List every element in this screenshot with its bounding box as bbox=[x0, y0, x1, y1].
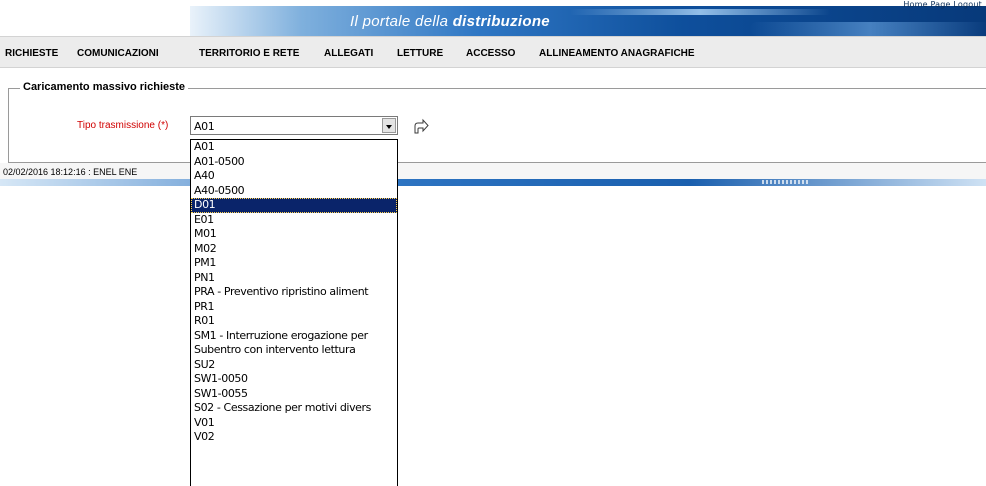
dropdown-option[interactable]: PRA - Preventivo ripristino aliment bbox=[191, 285, 397, 300]
dropdown-option[interactable]: SW1-0050 bbox=[191, 372, 397, 387]
menu-item-letture[interactable]: LETTURE bbox=[397, 48, 443, 59]
chevron-down-icon[interactable] bbox=[382, 118, 396, 133]
dropdown-option[interactable]: PR1 bbox=[191, 300, 397, 315]
dropdown-option[interactable]: PN1 bbox=[191, 271, 397, 286]
dropdown-option[interactable]: SW1-0055 bbox=[191, 387, 397, 402]
header-banner: Il portale della distribuzione Home Page… bbox=[0, 0, 986, 36]
banner-wave bbox=[750, 22, 986, 36]
dropdown-option[interactable]: D01 bbox=[191, 198, 397, 213]
dropdown-option[interactable]: A01-0500 bbox=[191, 155, 397, 170]
footer-dots bbox=[762, 180, 810, 184]
menu-item-richieste[interactable]: RICHIESTE bbox=[5, 48, 58, 59]
tipo-trasmissione-select[interactable]: A01 bbox=[190, 116, 398, 135]
status-bar: 02/02/2016 18:12:16 : ENEL ENE bbox=[0, 163, 986, 179]
send-arrow-icon[interactable] bbox=[412, 118, 430, 136]
main-menu: RICHIESTE COMUNICAZIONI TERRITORIO E RET… bbox=[0, 36, 986, 68]
dropdown-option[interactable]: R01 bbox=[191, 314, 397, 329]
portal-title: Il portale della distribuzione bbox=[190, 10, 710, 34]
fieldset-legend: Caricamento massivo richieste bbox=[20, 81, 189, 93]
dropdown-option[interactable]: Subentro con intervento lettura bbox=[191, 343, 397, 358]
dropdown-option[interactable]: E01 bbox=[191, 213, 397, 228]
dropdown-option[interactable]: PM1 bbox=[191, 256, 397, 271]
top-links[interactable]: Home Page Logout bbox=[903, 0, 982, 9]
dropdown-option[interactable]: V02 bbox=[191, 430, 397, 445]
dropdown-option[interactable]: M01 bbox=[191, 227, 397, 242]
menu-item-allegati[interactable]: ALLEGATI bbox=[324, 48, 373, 59]
menu-item-accesso[interactable]: ACCESSO bbox=[466, 48, 515, 59]
portal-title-bold: distribuzione bbox=[452, 13, 550, 30]
menu-item-allineamento-anagrafiche[interactable]: ALLINEAMENTO ANAGRAFICHE bbox=[539, 48, 695, 59]
portal-title-prefix: Il portale della bbox=[350, 13, 449, 30]
dropdown-option[interactable]: SU2 bbox=[191, 358, 397, 373]
banner-gradient: Il portale della distribuzione bbox=[190, 6, 986, 36]
dropdown-option[interactable]: SM1 - Interruzione erogazione per bbox=[191, 329, 397, 344]
dropdown-option[interactable]: S02 - Cessazione per motivi divers bbox=[191, 401, 397, 416]
status-text: 02/02/2016 18:12:16 : ENEL ENE bbox=[3, 167, 138, 177]
menu-item-territorio-e-rete[interactable]: TERRITORIO E RETE bbox=[199, 48, 299, 59]
tipo-trasmissione-label: Tipo trasmissione (*) bbox=[77, 120, 169, 131]
dropdown-option[interactable]: A01 bbox=[191, 140, 397, 155]
footer-band bbox=[0, 179, 986, 186]
menu-item-comunicazioni[interactable]: COMUNICAZIONI bbox=[77, 48, 159, 59]
dropdown-option[interactable]: A40 bbox=[191, 169, 397, 184]
dropdown-option[interactable]: M02 bbox=[191, 242, 397, 257]
tipo-trasmissione-dropdown-list[interactable]: A01 A01-0500 A40 A40-0500 D01 E01 M01 M02 PM1 PN1… bbox=[190, 139, 398, 486]
select-current-value: A01 bbox=[194, 120, 215, 133]
dropdown-option[interactable]: V01 bbox=[191, 416, 397, 431]
dropdown-option[interactable]: A40-0500 bbox=[191, 184, 397, 199]
